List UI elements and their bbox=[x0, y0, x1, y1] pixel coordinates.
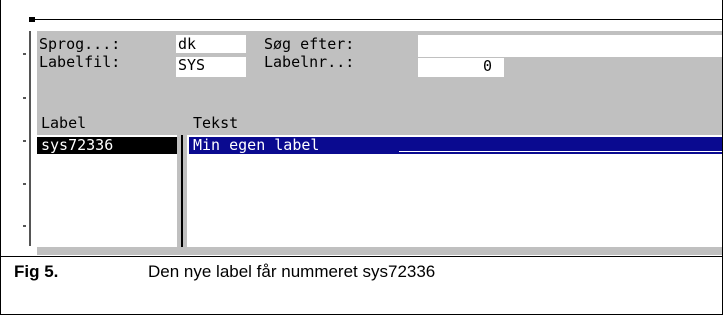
labelfil-value: SYS bbox=[178, 56, 206, 74]
window-top-border bbox=[29, 19, 722, 20]
sog-efter-input[interactable] bbox=[418, 35, 722, 57]
border-tick bbox=[23, 225, 26, 227]
column-divider bbox=[181, 135, 183, 247]
labelnr-value: 0 bbox=[483, 57, 493, 75]
sprog-input[interactable]: dk bbox=[176, 35, 246, 53]
sog-efter-label: Søg efter: bbox=[264, 35, 355, 53]
window-left-border bbox=[29, 31, 31, 246]
labelnr-label: Labelnr..: bbox=[264, 53, 355, 71]
row-label: sys72336 bbox=[41, 136, 114, 154]
border-tick bbox=[23, 53, 26, 55]
labelnr-input[interactable]: 0 bbox=[418, 58, 504, 77]
caption-divider bbox=[1, 256, 722, 257]
sprog-value: dk bbox=[178, 35, 197, 53]
border-tick bbox=[23, 140, 26, 142]
figure-caption: Den nye label får nummeret sys72336 bbox=[148, 262, 436, 281]
labelfil-label: Labelfil: bbox=[39, 53, 121, 71]
labelfil-input[interactable]: SYS bbox=[176, 57, 246, 77]
figure-number: Fig 5. bbox=[14, 262, 59, 281]
sprog-label: Sprog...: bbox=[39, 35, 121, 53]
border-tick bbox=[23, 97, 26, 99]
text-edit-underline bbox=[399, 151, 722, 152]
column-header-tekst: Tekst bbox=[193, 114, 239, 132]
border-tick bbox=[23, 183, 26, 185]
row-text: Min egen label bbox=[193, 136, 320, 154]
terminal-screen: Sprog...: dk Søg efter: Labelfil: SYS La… bbox=[1, 1, 722, 256]
column-header-label: Label bbox=[41, 114, 87, 132]
